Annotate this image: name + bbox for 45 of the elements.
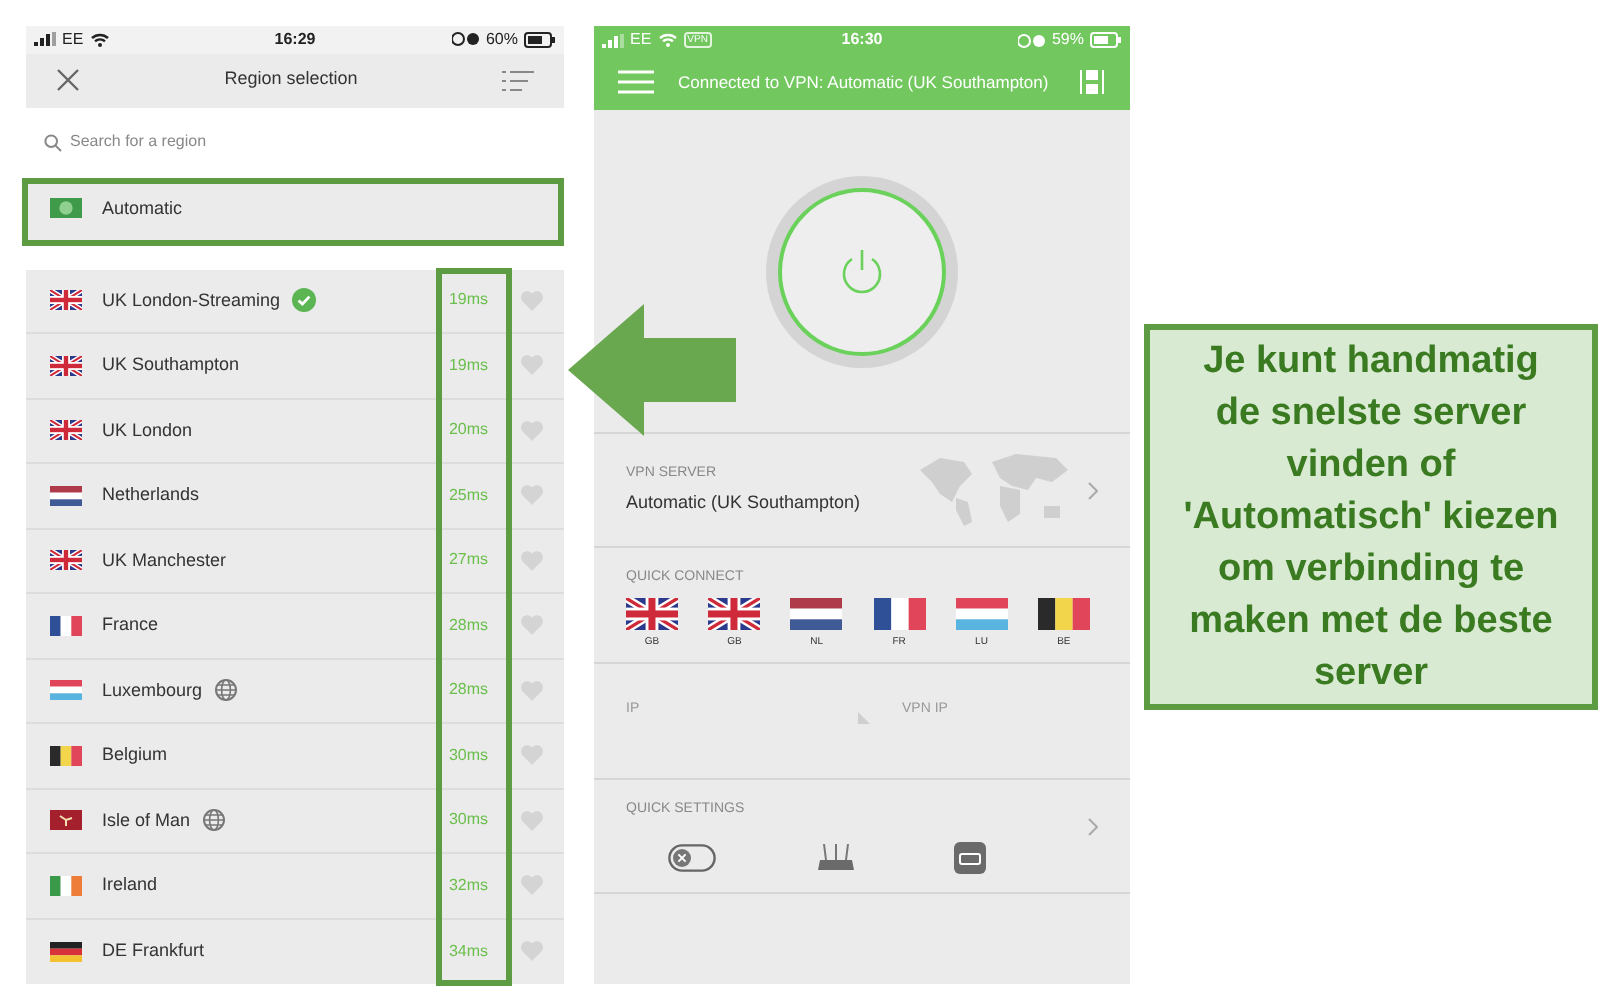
latency-value: 28ms — [446, 678, 488, 703]
region-name: UK London-Streaming — [102, 287, 281, 314]
region-name: Isle of Man — [102, 807, 191, 833]
latency-value: 32ms — [446, 873, 488, 898]
region-name: Netherlands — [102, 482, 200, 508]
region-row[interactable]: UK Southampton 19ms — [26, 334, 564, 399]
region-name: DE Frankfurt — [102, 938, 205, 964]
region-row[interactable]: Netherlands 25ms — [26, 464, 564, 529]
carrier-name: EE — [62, 27, 84, 52]
region-name: Luxembourg — [102, 677, 203, 704]
region-row[interactable]: Ireland 32ms — [26, 854, 564, 919]
region-row[interactable]: France 28ms — [26, 594, 564, 659]
callout-text: Je kunt handmatig de snelste server vinden of 'Automatisch' kiezen om verbinding te maken met de beste server — [1181, 337, 1561, 697]
region-name: UK Southampton — [102, 352, 240, 378]
region-row[interactable]: UK London 20ms — [26, 399, 564, 464]
region-row[interactable]: DE Frankfurt 34ms — [26, 919, 564, 984]
region-name: UK London — [102, 417, 193, 443]
status-time: 16:30 — [839, 28, 885, 52]
region-name: UK Manchester — [102, 547, 227, 573]
region-name: Belgium — [102, 742, 168, 768]
region-row[interactable]: UK Manchester 27ms — [26, 529, 564, 594]
latency-value: 19ms — [446, 288, 488, 313]
latency-value: 27ms — [446, 548, 488, 573]
status-time: 16:29 — [272, 27, 318, 52]
latency-value: 30ms — [446, 808, 488, 833]
latency-value: 25ms — [446, 483, 488, 508]
region-name: Ireland — [102, 872, 158, 898]
server-value: Automatic (UK Southampton) — [626, 490, 863, 516]
region-row[interactable]: Belgium 30ms — [26, 724, 564, 789]
latency-value: 30ms — [446, 743, 488, 768]
latency-value: 19ms — [446, 353, 488, 378]
latency-value: 34ms — [446, 939, 488, 964]
screen-title: Region selection — [222, 66, 360, 93]
battery-percent: 60% — [485, 27, 518, 52]
region-row[interactable]: Isle of Man 30ms — [26, 789, 564, 854]
search-field[interactable]: Search for a region — [70, 130, 470, 155]
latency-value: 20ms — [446, 418, 488, 443]
region-name: France — [102, 612, 159, 638]
connection-title: Connected to VPN: Automatic (UK Southampton) — [678, 69, 1051, 95]
battery-percent: 59% — [1051, 28, 1084, 52]
carrier-name: EE — [630, 28, 652, 52]
latency-value: 28ms — [446, 613, 488, 638]
region-row[interactable]: UK London-Streaming 19ms — [26, 269, 564, 334]
region-name: Automatic — [102, 195, 183, 222]
region-row[interactable]: Luxembourg 28ms — [26, 659, 564, 724]
